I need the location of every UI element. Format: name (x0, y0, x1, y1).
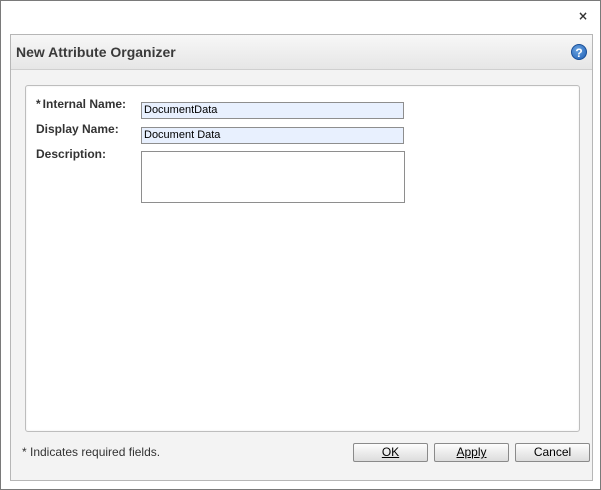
description-label: Description: (36, 147, 107, 161)
form-panel: *Internal Name: Display Name: Descriptio… (25, 85, 580, 432)
ok-button[interactable]: OK (353, 443, 428, 462)
dialog-title: New Attribute Organizer (16, 44, 176, 60)
required-fields-note: * Indicates required fields. (22, 445, 161, 459)
cancel-button[interactable]: Cancel (515, 443, 590, 462)
display-name-label: Display Name: (36, 122, 119, 136)
close-icon[interactable]: × (576, 9, 590, 23)
apply-button[interactable]: Apply (434, 443, 509, 462)
internal-name-label: * Internal Name: (36, 97, 127, 111)
internal-name-input[interactable] (141, 102, 404, 119)
dialog-container: New Attribute Organizer ? * Internal Name… (10, 34, 593, 481)
title-bar: New Attribute Organizer ? (11, 35, 592, 70)
description-textarea[interactable] (141, 151, 405, 203)
display-name-input[interactable] (141, 127, 404, 144)
help-icon[interactable]: ? (571, 44, 587, 60)
required-marker: * (36, 97, 41, 111)
dialog-window: × New Attribute Organizer ? * Internal Na… (0, 0, 601, 490)
